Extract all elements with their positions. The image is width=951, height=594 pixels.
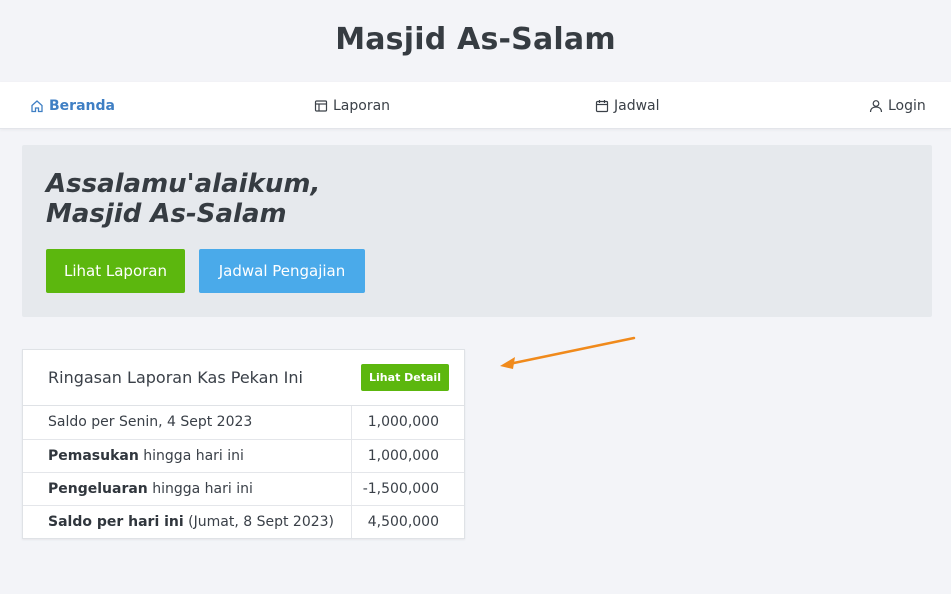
greeting-line-1: Assalamu'alaikum, [46,169,321,199]
jadwal-pengajian-button[interactable]: Jadwal Pengajian [199,249,365,293]
row-label-text: (Jumat, 8 Sept 2023) [183,513,334,530]
hero-greeting: Assalamu'alaikum, Masjid As-Salam [46,169,320,229]
home-icon [31,100,43,113]
card-title: Ringasan Laporan Kas Pekan Ini [48,368,303,387]
row-value: 4,500,000 [367,513,439,530]
nav-item-jadwal[interactable]: Jadwal [595,96,660,116]
table-row: Pengeluaran hingga hari ini -1,500,000 [23,472,464,506]
lihat-detail-button[interactable]: Lihat Detail [361,364,449,391]
row-label-text: hingga hari ini [147,480,253,497]
calendar-icon [595,100,609,113]
nav-label: Jadwal [614,98,660,114]
user-icon [869,100,883,113]
row-label-text: Saldo per Senin, 4 Sept 2023 [48,414,253,431]
cash-summary-card: Ringasan Laporan Kas Pekan Ini Lihat Det… [22,349,465,539]
hero-banner: Assalamu'alaikum, Masjid As-Salam Lihat … [22,145,932,317]
card-header: Ringasan Laporan Kas Pekan Ini Lihat Det… [23,350,464,406]
table-row: Saldo per Senin, 4 Sept 2023 1,000,000 [23,406,464,440]
row-value: 1,000,000 [351,406,464,440]
row-label-bold: Saldo per hari ini [48,513,184,530]
row-label: Saldo per Senin, 4 Sept 2023 [23,406,352,440]
row-label: Pemasukan hingga hari ini [23,439,352,473]
nav-label: Beranda [49,98,115,114]
row-label-bold: Pemasukan [48,447,139,464]
nav-item-laporan[interactable]: Laporan [314,96,390,116]
annotation-arrow [500,336,636,369]
navbar: Beranda Laporan Jadwal Login [0,82,951,129]
row-label: Pengeluaran hingga hari ini [23,472,352,506]
row-value: -1,500,000 [351,472,464,506]
table-row: Pemasukan hingga hari ini 1,000,000 [23,439,464,473]
nav-label: Laporan [333,98,391,114]
table-row: Saldo per hari ini (Jumat, 8 Sept 2023) … [23,505,464,538]
greeting-line-2: Masjid As-Salam [46,199,287,229]
row-label-bold: Pengeluaran [48,480,148,497]
report-icon [314,100,328,112]
lihat-laporan-button[interactable]: Lihat Laporan [46,249,185,293]
cash-summary-table: Saldo per Senin, 4 Sept 2023 1,000,000 P… [23,406,464,538]
site-title: Masjid As-Salam [335,22,616,57]
row-label-text: hingga hari ini [138,447,244,464]
nav-item-login[interactable]: Login [869,96,926,116]
nav-item-beranda[interactable]: Beranda [30,96,115,116]
row-value: 1,000,000 [351,439,464,473]
row-label: Saldo per hari ini (Jumat, 8 Sept 2023) [23,505,352,538]
nav-label: Login [888,98,926,114]
